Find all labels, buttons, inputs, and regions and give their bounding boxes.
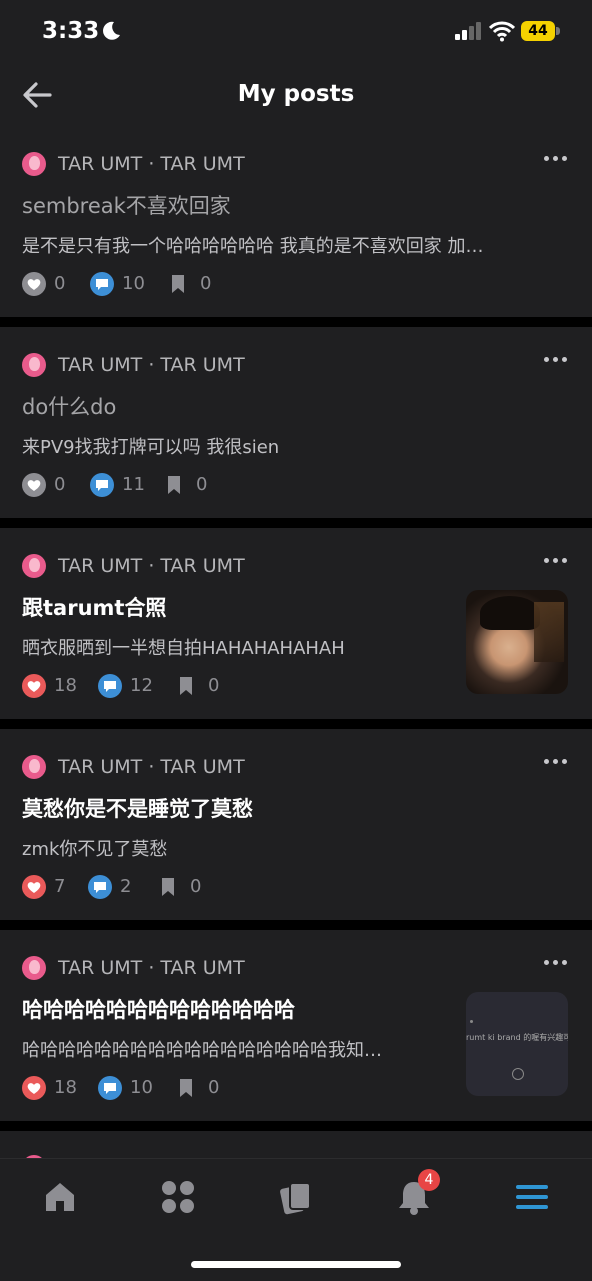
posts-feed[interactable]: TAR UMT · TAR UMT sembreak不喜欢回家 是不是只有我一个… [0,126,592,1160]
post-title: 哈哈哈哈哈哈哈哈哈哈哈哈哈 [22,998,295,1022]
bookmark-count: 0 [200,273,212,294]
tab-cards[interactable] [276,1177,316,1217]
heart-icon [27,1083,41,1094]
home-indicator[interactable] [191,1261,401,1268]
bookmark-count: 0 [190,876,202,897]
bookmark-icon [168,476,180,494]
comment-icon [96,279,108,290]
signal-icon [455,22,481,40]
bookmark-icon [162,878,174,896]
post-title: sembreak不喜欢回家 [22,194,231,218]
comment-icon [94,882,106,893]
post-title: do什么do [22,395,117,419]
like-count: 7 [54,876,66,897]
heart-icon [27,480,41,491]
comment-count: 10 [122,273,145,294]
heart-icon [27,681,41,692]
comment-icon [104,1083,116,1094]
post-excerpt: 是不是只有我一个哈哈哈哈哈哈 我真的是不喜欢回家 加… [22,236,484,257]
post-thumbnail[interactable] [466,590,568,694]
bookmark-count: 0 [208,1077,220,1098]
tab-home[interactable] [40,1177,80,1217]
avatar [22,353,46,377]
cards-icon [280,1182,311,1215]
moon-icon [103,21,120,40]
avatar [22,152,46,176]
heart-icon [27,279,41,290]
more-icon[interactable] [544,954,568,970]
post-card[interactable]: TAR UMT · TAR UMT 跟tarumt合照 晒衣服晒到一半想自拍HA… [0,528,592,719]
tab-menu[interactable] [512,1177,552,1217]
comment-count: 2 [120,876,132,897]
bookmark-icon [172,275,184,293]
post-title: 莫愁你是不是睡觉了莫愁 [22,797,253,821]
wifi-icon [489,21,515,42]
comment-icon [104,681,116,692]
notification-badge: 4 [418,1169,440,1191]
author-name: TAR UMT · TAR UMT [58,756,245,778]
author-name: TAR UMT · TAR UMT [58,957,245,979]
avatar [22,956,46,980]
grid-icon [162,1181,194,1213]
comment-count: 11 [122,474,145,495]
avatar [22,755,46,779]
bookmark-icon [180,1079,192,1097]
bookmark-count: 0 [196,474,208,495]
like-count: 0 [54,474,66,495]
like-count: 18 [54,1077,77,1098]
search-icon [512,1068,524,1080]
menu-icon [516,1185,548,1209]
post-excerpt: 晒衣服晒到一半想自拍HAHAHAHAHAH [22,638,345,659]
comment-icon [96,480,108,491]
nav-header: My posts [0,62,592,126]
author-name: TAR UMT · TAR UMT [58,153,245,175]
status-time: 3:33 [42,18,100,44]
post-card[interactable]: TAR UMT · TAR UMT sembreak不喜欢回家 是不是只有我一个… [0,126,592,317]
post-thumbnail[interactable]: rumt ki brand 的喔有兴趣可 [466,992,568,1096]
post-excerpt: zmk你不见了莫愁 [22,839,168,860]
tab-notifications[interactable]: 4 [394,1169,440,1217]
avatar [22,554,46,578]
comment-count: 10 [130,1077,153,1098]
more-icon[interactable] [544,150,568,166]
post-card[interactable]: TAR UMT · TAR UMT do什么do 来PV9找我打牌可以吗 我很s… [0,327,592,518]
like-count: 0 [54,273,66,294]
bookmark-icon [180,677,192,695]
battery-level: 44 [528,23,548,39]
post-excerpt: 哈哈哈哈哈哈哈哈哈哈哈哈哈哈哈哈哈我知… [22,1040,382,1061]
post-card[interactable]: TAR UMT · TAR UMT 莫愁你是不是睡觉了莫愁 zmk你不见了莫愁 … [0,729,592,920]
comment-count: 12 [130,675,153,696]
home-icon [46,1183,74,1211]
author-name: TAR UMT · TAR UMT [58,354,245,376]
post-card-partial[interactable] [0,1131,592,1160]
more-icon[interactable] [544,552,568,568]
thumbnail-text: rumt ki brand 的喔有兴趣可 [466,1033,568,1042]
bookmark-count: 0 [208,675,220,696]
status-bar: 3:33 44 [0,0,592,62]
page-title: My posts [237,81,355,107]
more-icon[interactable] [544,753,568,769]
author-name: TAR UMT · TAR UMT [58,555,245,577]
tab-discover[interactable] [158,1177,198,1217]
more-icon[interactable] [544,351,568,367]
battery-icon: 44 [521,21,561,41]
like-count: 18 [54,675,77,696]
post-card[interactable]: TAR UMT · TAR UMT 哈哈哈哈哈哈哈哈哈哈哈哈哈 哈哈哈哈哈哈哈哈… [0,930,592,1121]
post-title: 跟tarumt合照 [22,596,167,620]
heart-icon [27,882,41,893]
post-excerpt: 来PV9找我打牌可以吗 我很sien [22,437,280,458]
